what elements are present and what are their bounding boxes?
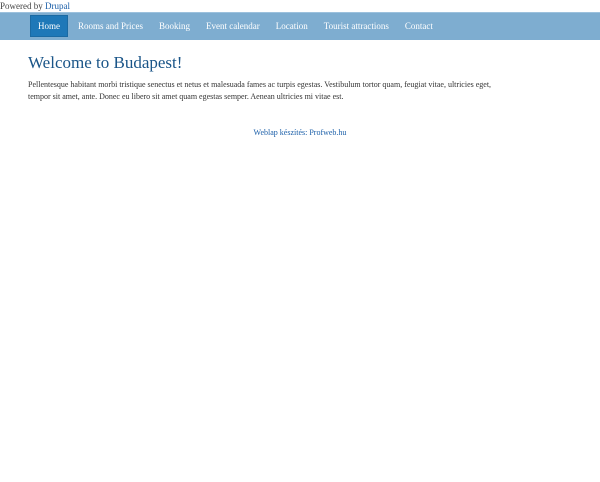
main-navigation: Home Rooms and Prices Booking Event cale… [0,12,600,40]
nav-item-location[interactable]: Location [268,15,316,37]
nav-item-contact[interactable]: Contact [397,15,441,37]
powered-by: Powered by Drupal [0,0,70,12]
nav-item-rooms-and-prices[interactable]: Rooms and Prices [70,15,151,37]
footer: Weblap készítés: Profweb.hu [0,128,600,138]
drupal-link[interactable]: Drupal [45,1,70,11]
main-content: Welcome to Budapest! Pellentesque habita… [28,52,498,103]
nav-item-home[interactable]: Home [30,15,68,37]
nav-item-tourist-attractions[interactable]: Tourist attractions [316,15,397,37]
nav-menu: Home Rooms and Prices Booking Event cale… [30,13,441,40]
powered-by-prefix: Powered by [0,1,43,11]
nav-item-event-calendar[interactable]: Event calendar [198,15,268,37]
page-title: Welcome to Budapest! [28,53,183,72]
nav-item-booking[interactable]: Booking [151,15,198,37]
intro-paragraph: Pellentesque habitant morbi tristique se… [28,80,492,101]
footer-credit-link[interactable]: Weblap készítés: Profweb.hu [254,128,347,137]
